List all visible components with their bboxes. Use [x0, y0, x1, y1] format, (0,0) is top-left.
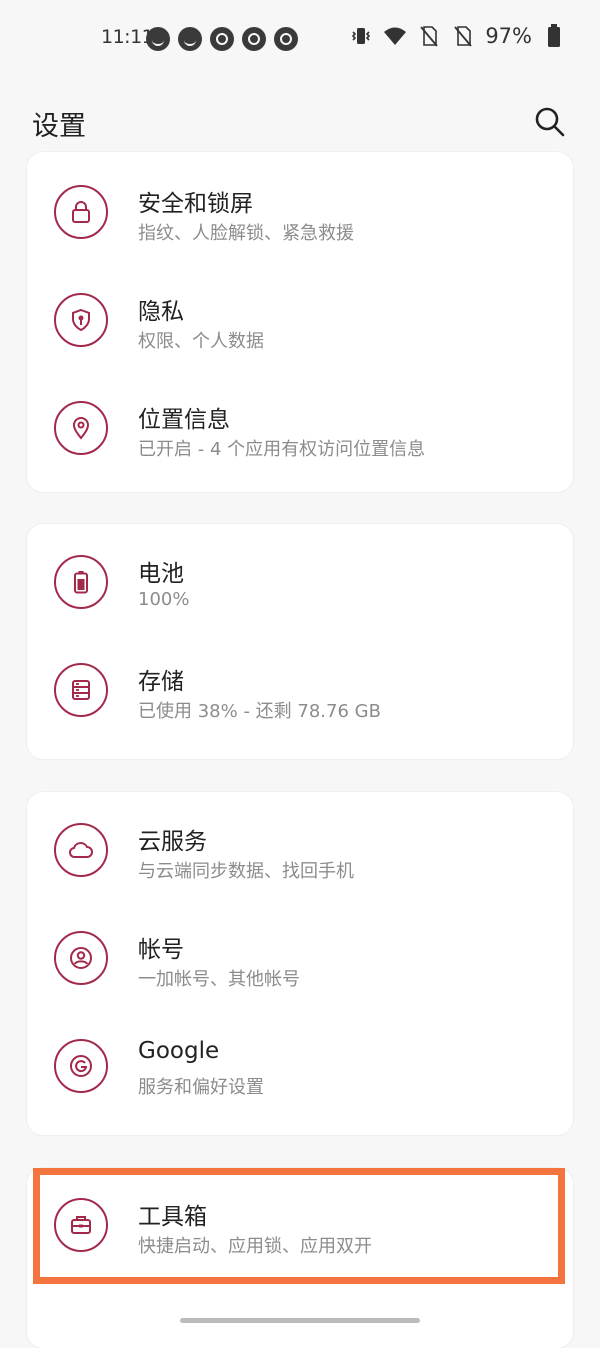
item-title: 云服务	[138, 829, 207, 855]
privacy-shield-icon	[54, 293, 108, 347]
status-right-icons: 97%	[349, 24, 566, 48]
q-icon	[210, 27, 234, 51]
item-subtitle: 服务和偏好设置	[138, 1077, 264, 1098]
notification-icons	[146, 27, 298, 51]
settings-group-accounts: 云服务 与云端同步数据、找回手机 帐号 一加帐号、其他帐号 Google 服务和…	[27, 792, 573, 1135]
item-title: 电池	[138, 561, 184, 587]
item-subtitle: 已使用 38% - 还剩 78.76 GB	[138, 701, 381, 722]
item-subtitle: 指纹、人脸解锁、紧急救援	[138, 223, 354, 244]
settings-group-device: 电池 100% 存储 已使用 38% - 还剩 78.76 GB	[27, 524, 573, 759]
status-bar: 11:11 97%	[0, 0, 600, 78]
settings-item-toolbox[interactable]: 工具箱 快捷启动、应用锁、应用双开	[27, 1171, 573, 1279]
item-title: 工具箱	[138, 1204, 207, 1230]
smile-icon	[178, 27, 202, 51]
item-title: 安全和锁屏	[138, 191, 253, 217]
item-title: Google	[138, 1038, 220, 1064]
toolbox-icon	[54, 1198, 108, 1252]
lock-icon	[54, 185, 108, 239]
item-subtitle: 权限、个人数据	[138, 331, 264, 352]
cloud-icon	[54, 823, 108, 877]
search-icon[interactable]	[532, 104, 568, 140]
settings-item-cloud[interactable]: 云服务 与云端同步数据、找回手机	[27, 796, 573, 904]
item-subtitle: 已开启 - 4 个应用有权访问位置信息	[138, 439, 426, 460]
item-title: 隐私	[138, 299, 184, 325]
item-subtitle: 一加帐号、其他帐号	[138, 969, 300, 990]
battery-percent: 97%	[485, 24, 532, 48]
no-sim-icon	[451, 24, 475, 48]
settings-group-security: 安全和锁屏 指纹、人脸解锁、紧急救援 隐私 权限、个人数据 位置信息 已开启 -…	[27, 152, 573, 492]
location-pin-icon	[54, 401, 108, 455]
item-subtitle: 快捷启动、应用锁、应用双开	[138, 1236, 372, 1257]
vibrate-icon	[349, 24, 373, 48]
settings-item-storage[interactable]: 存储 已使用 38% - 还剩 78.76 GB	[27, 636, 573, 744]
item-subtitle: 100%	[138, 589, 190, 610]
header: 设置	[0, 100, 600, 150]
google-icon	[54, 1039, 108, 1093]
account-icon	[54, 931, 108, 985]
settings-item-location[interactable]: 位置信息 已开启 - 4 个应用有权访问位置信息	[27, 374, 573, 482]
wifi-icon	[383, 24, 407, 48]
home-indicator[interactable]	[180, 1318, 420, 1323]
page-title: 设置	[32, 111, 86, 142]
settings-item-privacy[interactable]: 隐私 权限、个人数据	[27, 266, 573, 374]
battery-status-icon	[542, 24, 566, 48]
settings-item-google[interactable]: Google 服务和偏好设置	[27, 1012, 573, 1120]
item-subtitle: 与云端同步数据、找回手机	[138, 861, 354, 882]
item-title: 帐号	[138, 937, 184, 963]
battery-icon	[54, 555, 108, 609]
settings-item-security[interactable]: 安全和锁屏 指纹、人脸解锁、紧急救援	[27, 158, 573, 266]
smile-icon	[146, 27, 170, 51]
storage-icon	[54, 663, 108, 717]
q-icon	[274, 27, 298, 51]
settings-item-battery[interactable]: 电池 100%	[27, 528, 573, 636]
no-sim-icon	[417, 24, 441, 48]
item-title: 存储	[138, 669, 184, 695]
settings-item-account[interactable]: 帐号 一加帐号、其他帐号	[27, 904, 573, 1012]
q-icon	[242, 27, 266, 51]
item-title: 位置信息	[138, 407, 230, 433]
